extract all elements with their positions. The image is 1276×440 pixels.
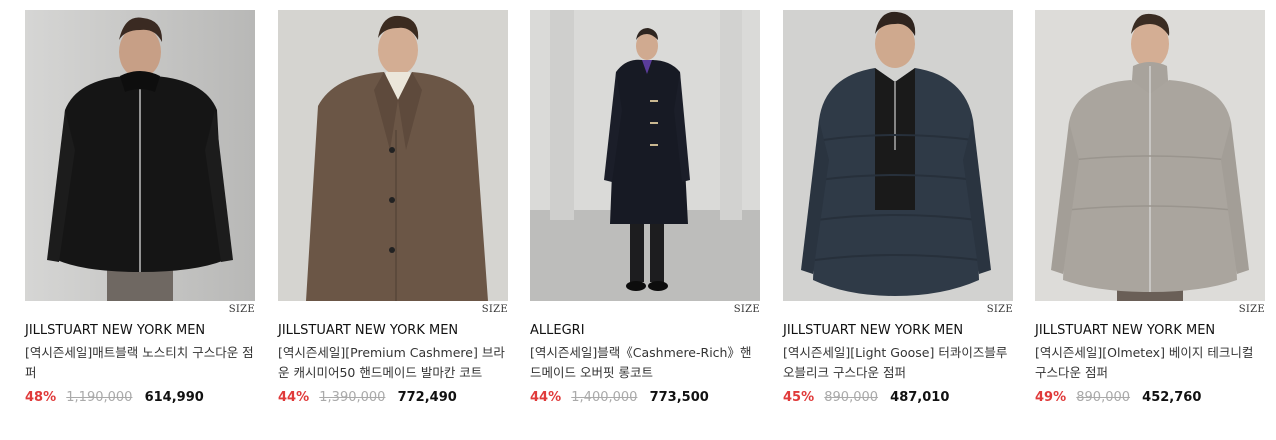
sale-price: 614,990 [144,390,204,405]
product-card[interactable]: SIZE JILLSTUART NEW YORK MEN [역시즌세일][Pre… [278,10,508,406]
product-brand[interactable]: JILLSTUART NEW YORK MEN [1035,323,1265,339]
sale-price: 487,010 [890,390,950,405]
product-brand[interactable]: JILLSTUART NEW YORK MEN [25,323,255,339]
product-name[interactable]: [역시즌세일][Premium Cashmere] 브라운 캐시미어50 핸드메… [278,343,508,383]
sale-price: 773,500 [649,390,709,405]
product-card[interactable]: SIZE JILLSTUART NEW YORK MEN [역시즌세일][Lig… [783,10,1013,406]
product-brand[interactable]: JILLSTUART NEW YORK MEN [278,323,508,339]
discount-rate: 44% [530,390,562,405]
navy-puffer-jacket-photo [783,10,1013,301]
product-brand[interactable]: ALLEGRI [530,323,760,339]
original-price: 890,000 [824,390,879,405]
sale-price: 772,490 [397,390,457,405]
discount-rate: 49% [1035,390,1067,405]
discount-rate: 48% [25,390,57,405]
product-name[interactable]: [역시즌세일]블랙《Cashmere-Rich》핸드메이드 오버핏 롱코트 [530,343,760,383]
original-price: 1,400,000 [571,390,638,405]
product-image[interactable] [1035,10,1265,301]
sale-price: 452,760 [1142,390,1202,405]
size-label[interactable]: SIZE [987,304,1013,315]
beige-technical-puffer-photo [1035,10,1265,301]
product-price: 44% 1,390,000 772,490 [278,390,508,406]
discount-rate: 45% [783,390,815,405]
size-label[interactable]: SIZE [229,304,255,315]
original-price: 1,390,000 [319,390,386,405]
product-card[interactable]: SIZE JILLSTUART NEW YORK MEN [역시즌세일][Olm… [1035,10,1265,406]
product-brand[interactable]: JILLSTUART NEW YORK MEN [783,323,1013,339]
product-card[interactable]: SIZE JILLSTUART NEW YORK MEN [역시즌세일]매트블랙… [25,10,255,406]
product-name[interactable]: [역시즌세일][Olmetex] 베이지 테크니컬 구스다운 점퍼 [1035,343,1265,383]
product-image[interactable] [530,10,760,301]
product-price: 44% 1,400,000 773,500 [530,390,760,406]
size-label[interactable]: SIZE [482,304,508,315]
black-padded-jacket-photo [25,10,255,301]
product-grid: SIZE JILLSTUART NEW YORK MEN [역시즌세일]매트블랙… [0,0,1276,440]
product-image[interactable] [25,10,255,301]
product-card[interactable]: SIZE ALLEGRI [역시즌세일]블랙《Cashmere-Rich》핸드메… [530,10,760,406]
size-label[interactable]: SIZE [734,304,760,315]
product-image[interactable] [783,10,1013,301]
black-long-duffle-coat-photo [530,10,760,301]
discount-rate: 44% [278,390,310,405]
product-name[interactable]: [역시즌세일]매트블랙 노스티치 구스다운 점퍼 [25,343,255,383]
product-image[interactable] [278,10,508,301]
product-name[interactable]: [역시즌세일][Light Goose] 터콰이즈블루 오블리크 구스다운 점퍼 [783,343,1013,383]
original-price: 890,000 [1076,390,1131,405]
brown-cashmere-coat-photo [278,10,508,301]
product-price: 45% 890,000 487,010 [783,390,1013,406]
product-price: 48% 1,190,000 614,990 [25,390,255,406]
original-price: 1,190,000 [66,390,133,405]
product-price: 49% 890,000 452,760 [1035,390,1265,406]
size-label[interactable]: SIZE [1239,304,1265,315]
